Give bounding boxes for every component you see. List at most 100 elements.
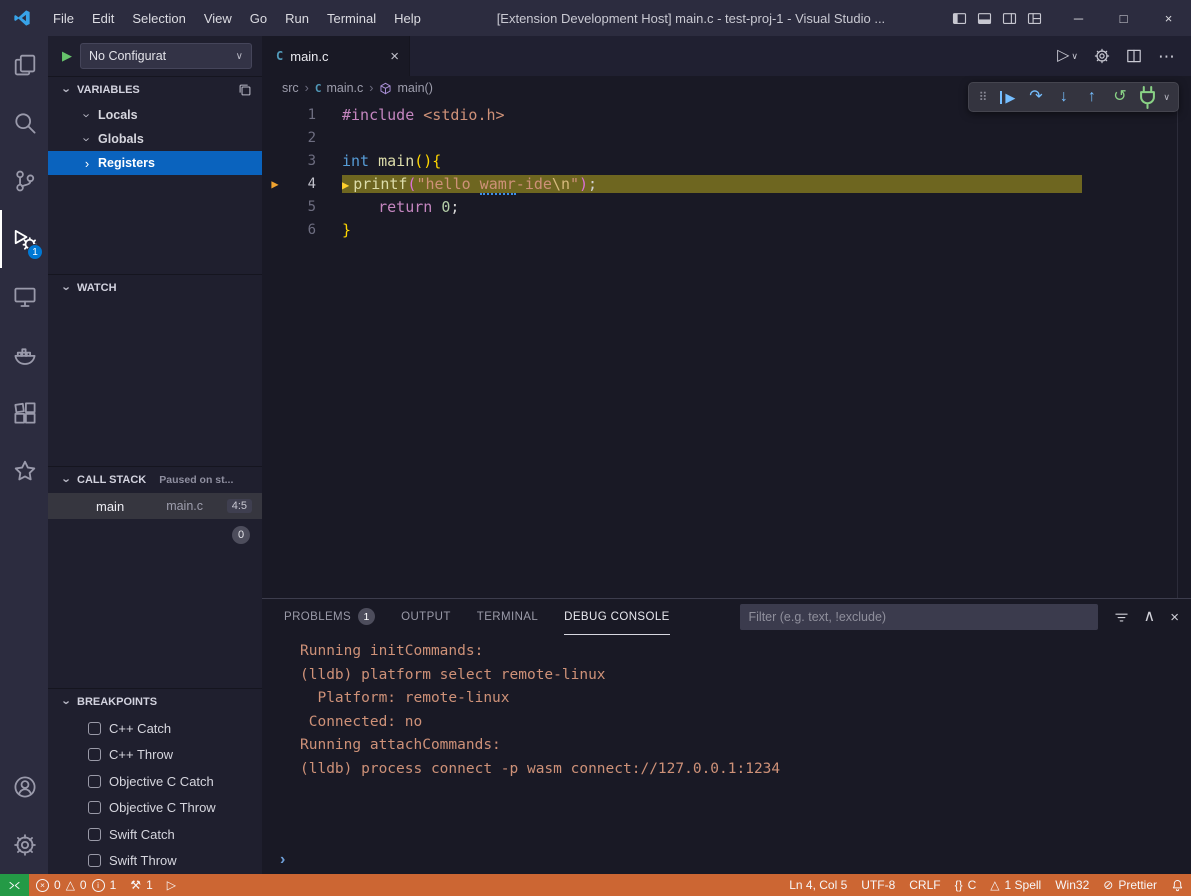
code-line[interactable]: 2 (262, 126, 1191, 149)
status-platform[interactable]: Win32 (1048, 874, 1096, 896)
variables-item-registers[interactable]: ›Registers (48, 151, 262, 175)
status-spell[interactable]: △1 Spell (983, 874, 1048, 896)
collapse-all-icon[interactable] (238, 83, 252, 97)
menu-selection[interactable]: Selection (123, 11, 194, 26)
activity-remote-explorer[interactable] (0, 268, 48, 326)
activity-source-control[interactable] (0, 152, 48, 210)
minimize-button[interactable]: ─ (1056, 0, 1101, 36)
status-prettier[interactable]: ⊘Prettier (1096, 874, 1164, 896)
console-filter-input[interactable] (740, 604, 1098, 630)
chevron-icon: › (61, 697, 74, 707)
breakpoint-checkbox[interactable] (88, 801, 101, 814)
console-line: Running initCommands: (300, 640, 1191, 664)
filter-lines-icon[interactable] (1114, 610, 1129, 625)
editor-scrollbar[interactable] (1177, 100, 1191, 598)
callstack-header[interactable]: › CALL STACK Paused on st... (48, 467, 262, 493)
breakpoint-gutter[interactable]: ▶ (262, 178, 288, 190)
maximize-button[interactable]: □ (1101, 0, 1146, 36)
chevron-down-icon[interactable]: ∨ (1163, 92, 1173, 103)
status-notifications[interactable] (1164, 874, 1191, 896)
variables-item-locals[interactable]: ›Locals (48, 103, 262, 127)
console-input[interactable]: › (262, 846, 1191, 874)
menu-file[interactable]: File (44, 11, 83, 26)
breakpoint-checkbox[interactable] (88, 854, 101, 867)
breakpoint-checkbox[interactable] (88, 828, 101, 841)
customize-layout-icon[interactable] (1027, 11, 1042, 26)
split-editor-icon[interactable] (1126, 48, 1142, 64)
breakpoint-item[interactable]: C++ Catch (48, 715, 262, 742)
menu-help[interactable]: Help (385, 11, 430, 26)
restart-button[interactable]: ↺ (1106, 84, 1133, 110)
close-icon[interactable]: × (1170, 610, 1179, 625)
breakpoint-checkbox[interactable] (88, 775, 101, 788)
run-or-debug-icon[interactable]: ▷∨ (1057, 48, 1078, 64)
activity-accounts[interactable] (0, 758, 48, 816)
menu-run[interactable]: Run (276, 11, 318, 26)
chevron-up-icon[interactable]: ∧ (1144, 609, 1156, 625)
menu-view[interactable]: View (195, 11, 241, 26)
console-prompt-icon: › (280, 851, 285, 869)
code-editor[interactable]: 1#include <stdio.h>23int main(){▶4▶print… (262, 100, 1191, 598)
drag-handle-icon[interactable]: ⠿ (974, 90, 994, 104)
disconnect-button[interactable] (1134, 84, 1161, 110)
status-eol[interactable]: CRLF (902, 874, 947, 896)
menu-terminal[interactable]: Terminal (318, 11, 385, 26)
activity-favorites[interactable] (0, 442, 48, 500)
activity-explorer[interactable] (0, 36, 48, 94)
panel-tab-debug-console[interactable]: DEBUG CONSOLE (564, 599, 670, 635)
step-into-button[interactable]: ↓ (1050, 84, 1077, 110)
step-out-button[interactable]: ↑ (1078, 84, 1105, 110)
breakpoints-header[interactable]: › BREAKPOINTS (48, 689, 262, 715)
breakpoint-item[interactable]: Objective C Catch (48, 768, 262, 795)
activity-docker[interactable] (0, 326, 48, 384)
watch-header[interactable]: › WATCH (48, 275, 262, 301)
status-language-mode[interactable]: {}C (948, 874, 984, 896)
code-line[interactable]: 6} (262, 218, 1191, 241)
breakpoint-item[interactable]: Swift Throw (48, 848, 262, 875)
code-line[interactable]: 3int main(){ (262, 149, 1191, 172)
breakpoint-item[interactable]: Swift Catch (48, 821, 262, 848)
breakpoint-checkbox[interactable] (88, 748, 101, 761)
tab-main-c[interactable]: C main.c × (262, 36, 410, 76)
step-over-button[interactable]: ↷ (1022, 84, 1049, 110)
breadcrumb-item[interactable]: Cmain.c (315, 81, 363, 95)
start-debugging-icon[interactable]: ▶ (62, 48, 72, 64)
status-encoding[interactable]: UTF-8 (854, 874, 902, 896)
variables-header[interactable]: › VARIABLES (48, 77, 262, 103)
toggle-sidebar-icon[interactable] (952, 11, 967, 26)
breakpoint-item[interactable]: C++ Throw (48, 742, 262, 769)
variables-item-globals[interactable]: ›Globals (48, 127, 262, 151)
callstack-frame[interactable]: mainmain.c4:5 (48, 493, 262, 519)
activity-run-and-debug[interactable]: 1 (0, 210, 48, 268)
menu-go[interactable]: Go (241, 11, 276, 26)
breakpoint-item[interactable]: Objective C Throw (48, 795, 262, 822)
panel-tab-problems[interactable]: PROBLEMS1 (284, 599, 375, 635)
breadcrumb-item[interactable]: src (282, 81, 299, 95)
settings-gear-icon[interactable] (1094, 48, 1110, 64)
close-button[interactable]: × (1146, 0, 1191, 36)
code-token (432, 198, 441, 216)
activity-settings[interactable] (0, 816, 48, 874)
panel-tab-output[interactable]: OUTPUT (401, 599, 451, 635)
debug-config-select[interactable]: No Configurat ∨ (80, 43, 252, 69)
status-toolchain[interactable]: ⚒1 (123, 874, 159, 896)
close-tab-icon[interactable]: × (390, 48, 399, 65)
activity-search[interactable] (0, 94, 48, 152)
status-cursor-position[interactable]: Ln 4, Col 5 (782, 874, 854, 896)
status-remote[interactable] (0, 874, 29, 896)
menu-edit[interactable]: Edit (83, 11, 123, 26)
breadcrumb-item[interactable]: main() (379, 81, 432, 95)
toggle-panel-icon[interactable] (977, 11, 992, 26)
toggle-secondary-sidebar-icon[interactable] (1002, 11, 1017, 26)
console-output[interactable]: Running initCommands:(lldb) platform sel… (262, 635, 1191, 846)
panel-tab-terminal[interactable]: TERMINAL (477, 599, 538, 635)
more-actions-icon[interactable]: ⋯ (1158, 48, 1175, 65)
continue-button[interactable]: ▶ (994, 84, 1021, 110)
status-debug-status[interactable]: ▷ (160, 874, 183, 896)
activity-extensions[interactable] (0, 384, 48, 442)
code-line[interactable]: 5 return 0; (262, 195, 1191, 218)
line-number: 2 (288, 130, 316, 146)
breakpoint-checkbox[interactable] (88, 722, 101, 735)
status-problems[interactable]: ×0△0i1 (29, 874, 123, 896)
code-line[interactable]: ▶4▶printf("hello wamr-ide\n"); (262, 172, 1191, 195)
